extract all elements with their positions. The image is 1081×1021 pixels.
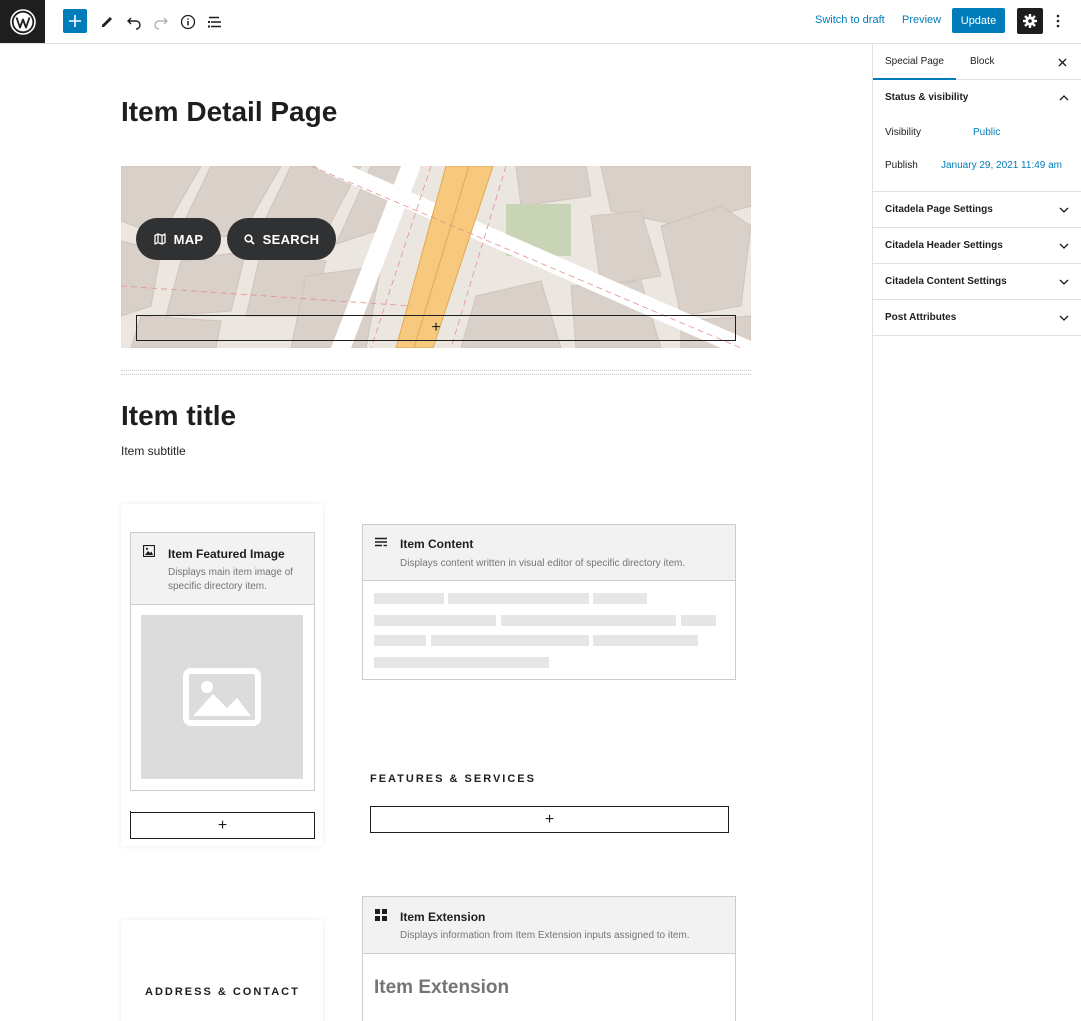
more-options-button[interactable] — [1050, 10, 1066, 32]
image-placeholder — [141, 615, 303, 779]
map-toggle-button[interactable]: MAP — [136, 218, 221, 260]
image-icon — [143, 545, 155, 557]
address-contact-column[interactable]: ADDRESS & CONTACT — [121, 920, 323, 1021]
panel-post-attributes[interactable]: Post Attributes — [873, 300, 1081, 336]
search-toggle-button[interactable]: SEARCH — [227, 218, 336, 260]
block-description: Displays information from Item Extension… — [400, 930, 690, 941]
redo-button[interactable] — [149, 10, 173, 34]
details-button[interactable] — [176, 10, 200, 34]
list-view-button[interactable] — [203, 10, 227, 34]
sidebar-tabs: Special Page Block — [873, 44, 1081, 80]
editor-toolbar: Switch to draft Preview Update — [0, 0, 1081, 44]
features-block-appender[interactable]: + — [370, 806, 729, 833]
item-extension-block[interactable]: Item Extension Displays information from… — [362, 896, 736, 1021]
undo-icon — [127, 17, 141, 30]
address-contact-heading[interactable]: ADDRESS & CONTACT — [145, 986, 300, 998]
grid-icon — [375, 909, 387, 921]
publish-label: Publish — [885, 160, 918, 171]
panel-citadela-header-settings[interactable]: Citadela Header Settings — [873, 228, 1081, 264]
panel-title[interactable]: Status & visibility — [885, 92, 968, 103]
item-content-block[interactable]: Item Content Displays content written in… — [362, 524, 736, 680]
chevron-up-icon[interactable] — [1059, 95, 1069, 101]
gear-icon — [1023, 14, 1037, 28]
block-title: Item Featured Image — [168, 547, 285, 561]
switch-to-draft-button[interactable]: Switch to draft — [815, 14, 885, 26]
map-icon — [153, 233, 166, 245]
add-block-button[interactable] — [63, 9, 87, 33]
item-extension-preview-heading: Item Extension — [374, 977, 510, 998]
map-block[interactable]: MAP SEARCH + — [121, 166, 751, 348]
wordpress-icon — [9, 8, 36, 35]
block-description: Displays content written in visual edito… — [400, 558, 686, 569]
status-visibility-panel: Status & visibility Visibility Public Pu… — [873, 80, 1081, 192]
content-icon — [375, 537, 387, 547]
item-title[interactable]: Item title — [121, 400, 236, 432]
search-icon — [244, 233, 255, 245]
features-services-heading[interactable]: FEATURES & SERVICES — [370, 773, 536, 785]
settings-button[interactable] — [1017, 8, 1043, 34]
item-subtitle[interactable]: Item subtitle — [121, 444, 186, 458]
close-icon — [1058, 58, 1067, 67]
map-button-label: MAP — [173, 231, 204, 247]
block-header: Item Extension Displays information from… — [363, 897, 735, 954]
visibility-label: Visibility — [885, 127, 921, 138]
panel-title: Citadela Content Settings — [885, 276, 1007, 287]
settings-sidebar: Special Page Block Status & visibility V… — [872, 44, 1081, 1021]
panel-title: Post Attributes — [885, 312, 957, 323]
update-button[interactable]: Update — [952, 8, 1005, 33]
wordpress-logo[interactable] — [0, 0, 45, 43]
plus-icon — [69, 15, 81, 27]
tab-block[interactable]: Block — [970, 44, 994, 80]
pencil-icon — [102, 17, 112, 27]
editor-canvas: Item Detail Page MAP SEARCH + Item title… — [0, 44, 872, 1021]
search-button-label: SEARCH — [262, 231, 320, 247]
chevron-down-icon — [1059, 279, 1069, 285]
publish-date[interactable]: January 29, 2021 11:49 am — [941, 160, 1062, 171]
undo-button[interactable] — [122, 10, 146, 34]
block-header: Item Featured Image Displays main item i… — [131, 533, 314, 605]
block-header: Item Content Displays content written in… — [363, 525, 735, 581]
panel-citadela-page-settings[interactable]: Citadela Page Settings — [873, 192, 1081, 228]
panel-title: Citadela Header Settings — [885, 240, 1003, 251]
image-placeholder-icon — [183, 668, 261, 726]
block-title: Item Extension — [400, 910, 486, 924]
tools-button[interactable] — [95, 10, 119, 34]
separator — [121, 370, 751, 375]
panel-citadela-content-settings[interactable]: Citadela Content Settings — [873, 264, 1081, 300]
tab-special-page[interactable]: Special Page — [873, 44, 956, 80]
featured-image-column[interactable]: Item Featured Image Displays main item i… — [121, 504, 323, 846]
page-title[interactable]: Item Detail Page — [121, 96, 337, 128]
visibility-value[interactable]: Public — [973, 127, 1000, 138]
redo-icon — [154, 17, 168, 30]
item-featured-image-block[interactable]: Item Featured Image Displays main item i… — [130, 532, 315, 791]
map-block-appender[interactable]: + — [136, 315, 736, 341]
chevron-down-icon — [1059, 243, 1069, 249]
block-appender[interactable]: + — [130, 812, 315, 839]
info-icon — [180, 14, 196, 30]
block-description: Displays main item image of specific dir… — [168, 567, 294, 592]
chevron-down-icon — [1059, 207, 1069, 213]
close-sidebar-button[interactable] — [1058, 55, 1067, 70]
panel-title: Citadela Page Settings — [885, 204, 993, 215]
block-title: Item Content — [400, 537, 474, 551]
list-view-icon — [208, 16, 221, 28]
chevron-down-icon — [1059, 315, 1069, 321]
preview-button[interactable]: Preview — [902, 14, 941, 26]
more-vertical-icon — [1056, 14, 1060, 28]
